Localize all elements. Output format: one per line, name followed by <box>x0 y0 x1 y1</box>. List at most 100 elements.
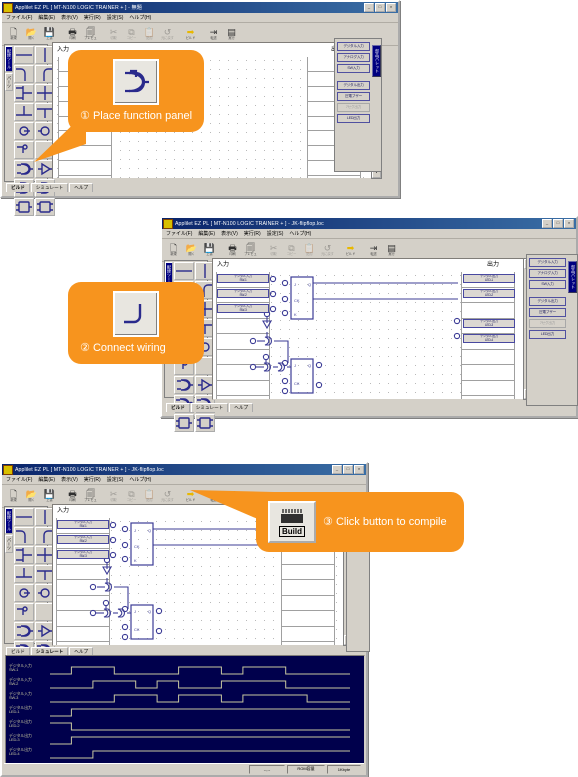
io-button-list[interactable]: デジタル入力 アナログ入力 SW入力 デジタル出力 圧電ブザー 7セグ出力 LED出力 <box>335 39 372 171</box>
preview-button[interactable]: 🗐 プレビュ <box>242 241 259 259</box>
palette-tabs[interactable]: 配線ツールパーツ <box>5 45 13 181</box>
io-chip[interactable]: デジタル入力 SW-2 <box>57 535 109 545</box>
palette-cell[interactable] <box>14 46 34 64</box>
menu-edit[interactable]: 編集(E) <box>38 476 55 483</box>
tab-1[interactable]: シミュレート <box>190 403 229 412</box>
io-input-button[interactable]: SW入力 <box>337 64 370 73</box>
palette-tab-1[interactable]: パーツ <box>5 535 13 553</box>
palette-cell[interactable] <box>14 565 34 583</box>
print-button[interactable]: 🖶 印刷 <box>224 241 241 259</box>
io-input-button[interactable]: デジタル入力 <box>337 42 370 51</box>
build-run-button[interactable]: ➡ ビルド <box>342 241 359 259</box>
new-button[interactable]: 🗋 新規 <box>165 241 182 259</box>
download-button[interactable]: ⇥転送 <box>365 241 382 259</box>
palette-tab-1[interactable]: パーツ <box>5 73 13 91</box>
preview-button[interactable]: 🗐 プレビュ <box>82 487 99 505</box>
palette-cell[interactable] <box>14 622 34 640</box>
menu-run[interactable]: 実行(R) <box>84 476 101 483</box>
copy-button[interactable]: ⧉ コピー <box>283 241 300 259</box>
menu-settings[interactable]: 設定(S) <box>267 230 284 237</box>
undo-button[interactable]: ↺ 元に戻す <box>319 241 336 259</box>
menu-file[interactable]: ファイル(F) <box>6 14 32 21</box>
io-input-button[interactable]: アナログ入力 <box>529 269 566 278</box>
minimize-button[interactable]: _ <box>332 465 342 474</box>
io-output-button[interactable]: LED出力 <box>337 114 370 123</box>
menu-help[interactable]: ヘルプ(H) <box>289 230 311 237</box>
new-button[interactable]: 🗋 新規 <box>5 487 22 505</box>
open-button[interactable]: 📂 開く <box>23 487 40 505</box>
io-output-button[interactable]: LED出力 <box>529 330 566 339</box>
paste-button[interactable]: 📋 貼付 <box>141 487 158 505</box>
circuit-canvas[interactable]: 入力 出力 J CK K Q J CK Q デジタル入力 SW-1 デジタル入力 SW-2 デジタル… <box>212 258 524 400</box>
io-output-button[interactable]: 圧電ブザー <box>337 92 370 101</box>
window-controls[interactable]: _ □ × <box>542 219 575 228</box>
io-chip[interactable]: デジタル入力 SW-3 <box>217 304 269 314</box>
io-parts-panel[interactable]: デジタル入力 アナログ入力 SW入力 デジタル出力 圧電ブザー 7セグ出力 LED出力 部品パ… <box>526 254 578 406</box>
tool-palette[interactable]: 配線ツールパーツ <box>4 506 55 678</box>
preview-button[interactable]: 🗐 プレビュ <box>82 25 99 43</box>
io-panel-tab[interactable]: 部品パレット <box>568 261 577 293</box>
menubar[interactable]: ファイル(F) 編集(E) 表示(V) 実行(R) 設定(S) ヘルプ(H) <box>162 229 576 239</box>
palette-cell[interactable] <box>14 603 34 621</box>
new-button[interactable]: 🗋 新規 <box>5 25 22 43</box>
compile-button[interactable]: ▤実行 <box>383 241 400 259</box>
io-input-button[interactable]: SW入力 <box>529 280 566 289</box>
maximize-button[interactable]: □ <box>553 219 563 228</box>
menu-view[interactable]: 表示(V) <box>61 476 78 483</box>
palette-cell[interactable] <box>14 198 34 216</box>
palette-tab-0[interactable]: 配線ツール <box>5 508 13 534</box>
io-chip[interactable]: デジタル出力 LED-1 <box>463 274 515 284</box>
open-button[interactable]: 📂 開く <box>23 25 40 43</box>
io-chip[interactable]: デジタル出力 LED-3 <box>463 319 515 329</box>
tab-2[interactable]: ヘルプ <box>69 183 94 192</box>
window-controls[interactable]: _ □ × <box>364 3 397 12</box>
tab-0[interactable]: ビルド <box>166 403 190 412</box>
simulation-waveform-panel[interactable]: デジタル入力 SW-1 デジタル入力 SW-2 デジタル入力 SW-3 デジタル出力 LED-… <box>5 655 365 767</box>
io-panel-tab[interactable]: 部品パレット <box>372 45 381 77</box>
palette-cell[interactable] <box>35 198 55 216</box>
palette-cell[interactable] <box>14 546 34 564</box>
menu-edit[interactable]: 編集(E) <box>198 230 215 237</box>
titlebar[interactable]: Applilet EZ PL [ MT-N100 LOGIC TRAINER +… <box>162 218 576 229</box>
undo-button[interactable]: ↺ 元に戻す <box>159 25 176 43</box>
menu-view[interactable]: 表示(V) <box>221 230 238 237</box>
palette-tab-0[interactable]: 配線ツール <box>5 46 13 72</box>
io-input-button[interactable]: アナログ入力 <box>337 53 370 62</box>
tab-2[interactable]: ヘルプ <box>229 403 254 412</box>
menu-view[interactable]: 表示(V) <box>61 14 78 21</box>
io-chip[interactable]: デジタル出力 LED-4 <box>463 334 515 344</box>
bottom-tabstrip[interactable]: ビルド シミュレート ヘルプ <box>166 403 254 412</box>
io-button-list[interactable]: デジタル入力 アナログ入力 SW入力 デジタル出力 圧電ブザー 7セグ出力 LED出力 <box>527 255 568 405</box>
paste-button[interactable]: 📋 貼付 <box>301 241 318 259</box>
menu-run[interactable]: 実行(R) <box>244 230 261 237</box>
window-wiring[interactable]: Applilet EZ PL [ MT-N100 LOGIC TRAINER +… <box>160 216 578 432</box>
palette-cell[interactable] <box>14 508 34 526</box>
build-run-button[interactable]: ➡ ビルド <box>182 25 199 43</box>
save-button[interactable]: 💾 上書 <box>41 25 58 43</box>
cut-button[interactable]: ✂ 切取 <box>105 25 122 43</box>
palette-cell[interactable] <box>14 65 34 83</box>
tab-0[interactable]: ビルド <box>6 183 30 192</box>
paste-button[interactable]: 📋 貼付 <box>141 25 158 43</box>
titlebar[interactable]: Applilet EZ PL [ MT-N100 LOGIC TRAINER +… <box>2 464 366 475</box>
io-chip[interactable]: デジタル出力 LED-2 <box>463 289 515 299</box>
undo-button[interactable]: ↺ 元に戻す <box>159 487 176 505</box>
close-button[interactable]: × <box>386 3 396 12</box>
io-output-button[interactable]: デジタル出力 <box>337 81 370 90</box>
minimize-button[interactable]: _ <box>364 3 374 12</box>
menu-run[interactable]: 実行(R) <box>84 14 101 21</box>
window-controls[interactable]: _ □ × <box>332 465 365 474</box>
save-button[interactable]: 💾 上書 <box>201 241 218 259</box>
palette-grid[interactable] <box>13 507 56 678</box>
maximize-button[interactable]: □ <box>343 465 353 474</box>
io-parts-panel[interactable]: デジタル入力 アナログ入力 SW入力 デジタル出力 圧電ブザー 7セグ出力 LED出力 部品パ… <box>334 38 382 172</box>
close-button[interactable]: × <box>354 465 364 474</box>
io-panel-tab-column[interactable]: 部品パレット <box>568 255 577 405</box>
io-output-button[interactable]: 圧電ブザー <box>529 308 566 317</box>
cut-button[interactable]: ✂ 切取 <box>105 487 122 505</box>
palette-cell[interactable] <box>174 414 194 432</box>
copy-button[interactable]: ⧉ コピー <box>123 487 140 505</box>
print-button[interactable]: 🖶 印刷 <box>64 25 81 43</box>
open-button[interactable]: 📂 開く <box>183 241 200 259</box>
compile-button[interactable]: ▤実行 <box>223 25 240 43</box>
